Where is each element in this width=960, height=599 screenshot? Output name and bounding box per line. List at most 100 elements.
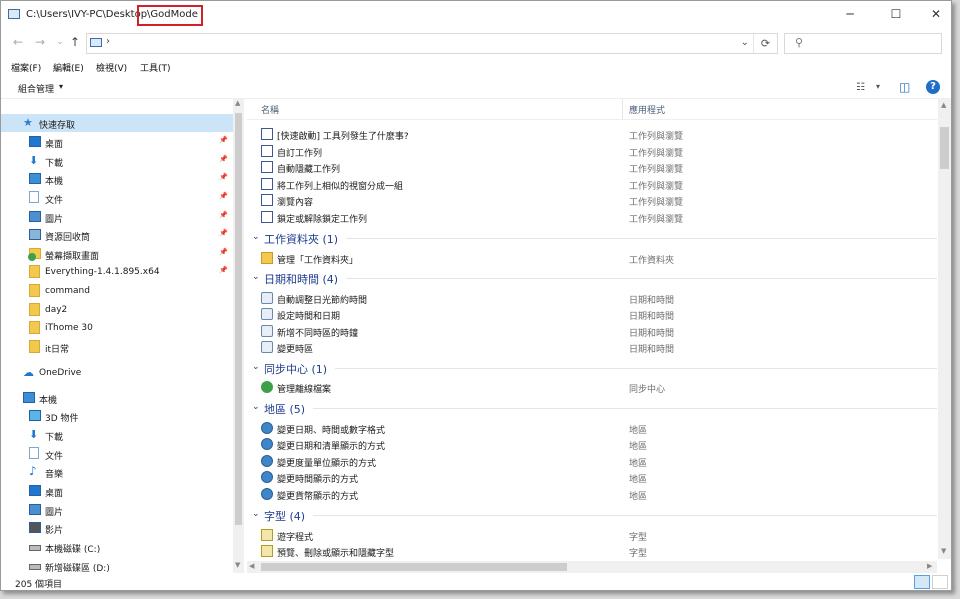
nav-item[interactable]: 螢幕擷取畫面 📌 — [1, 245, 233, 263]
group-header[interactable]: ⌄ 地區 (5) — [247, 399, 937, 417]
list-item[interactable]: 自動隱藏工作列 工作列與瀏覽 — [247, 159, 937, 175]
nav-item[interactable]: ★ 快速存取 — [1, 114, 233, 132]
menu-view[interactable]: 檢視(V) — [96, 61, 127, 74]
help-button[interactable]: ? — [926, 80, 940, 94]
column-header-app[interactable]: 應用程式 — [629, 103, 665, 123]
nav-item[interactable]: 圖片 📌 — [1, 208, 233, 226]
content-scrollbar[interactable]: ▲ ▼ — [938, 99, 951, 559]
menu-tools[interactable]: 工具(T) — [140, 61, 171, 74]
up-button[interactable]: ↑ — [68, 35, 82, 49]
nav-scrollbar[interactable]: ▲ ▼ — [233, 99, 244, 573]
nav-item[interactable]: 資源回收筒 📌 — [1, 226, 233, 244]
list-item[interactable]: 將工作列上相似的視窗分成一組 工作列與瀏覽 — [247, 176, 937, 192]
list-item[interactable]: 瀏覽內容 工作列與瀏覽 — [247, 192, 937, 208]
item-app: 字型 — [629, 533, 648, 543]
item-name: 變更貨幣顯示的方式 — [277, 492, 359, 502]
nav-item[interactable]: Everything-1.4.1.895.x64 📌 — [1, 263, 233, 281]
chevron-down-icon[interactable]: ⌄ — [252, 402, 260, 412]
nav-scroll-thumb[interactable] — [235, 113, 242, 525]
details-view-button[interactable] — [914, 575, 930, 589]
address-bar[interactable]: › ⌄ ⟳ — [86, 33, 778, 54]
list-item[interactable]: 自訂工作列 工作列與瀏覽 — [247, 143, 937, 159]
nav-item[interactable]: it日常 — [1, 338, 233, 356]
globe-clock-icon — [261, 471, 273, 483]
menu-file[interactable]: 檔案(F) — [11, 61, 41, 74]
organize-dropdown-icon[interactable]: ▾ — [59, 82, 63, 91]
group-header[interactable]: ⌄ 日期和時間 (4) — [247, 269, 937, 287]
nav-scroll-up-icon[interactable]: ▲ — [235, 99, 240, 107]
nav-item[interactable]: 桌面 📌 — [1, 133, 233, 151]
list-item[interactable]: 管理「工作資料夾」 工作資料夾 — [247, 250, 937, 266]
nav-item[interactable]: 圖片 — [1, 501, 233, 519]
list-item[interactable]: 變更貨幣顯示的方式 地區 — [247, 486, 937, 502]
list-item[interactable]: 新增不同時區的時鐘 日期和時間 — [247, 323, 937, 339]
list-item[interactable]: 自動調整日光節約時間 日期和時間 — [247, 290, 937, 306]
nav-item[interactable]: 3D 物件 — [1, 407, 233, 425]
nav-item[interactable]: 桌面 — [1, 482, 233, 500]
list-item[interactable]: [快速啟動] 工具列發生了什麼事? 工作列與瀏覽 — [247, 126, 937, 142]
content-scroll-up-icon[interactable]: ▲ — [941, 101, 946, 109]
list-item[interactable]: 變更日期、時間或數字格式 地區 — [247, 420, 937, 436]
nav-item[interactable]: iThome 30 — [1, 319, 233, 337]
close-button[interactable]: ✕ — [913, 1, 959, 28]
list-item[interactable]: 變更時區 日期和時間 — [247, 339, 937, 355]
organize-button[interactable]: 組合管理 — [18, 82, 54, 95]
breadcrumb-separator[interactable]: › — [106, 36, 110, 47]
content-scroll-down-icon[interactable]: ▼ — [941, 547, 946, 555]
search-input[interactable]: ⚲ — [784, 33, 942, 54]
view-options-dropdown-icon[interactable]: ▾ — [876, 82, 880, 91]
list-item[interactable]: 管理離線檔案 同步中心 — [247, 379, 937, 395]
column-divider[interactable] — [622, 99, 623, 119]
nav-item-label: 桌面 — [45, 489, 64, 499]
nav-item[interactable]: day2 — [1, 301, 233, 319]
list-item[interactable]: 預覽、刪除或顯示和隱藏字型 字型 — [247, 543, 937, 559]
group-header[interactable]: ⌄ 字型 (4) — [247, 506, 937, 524]
address-dropdown-button[interactable]: ⌄ — [741, 37, 749, 48]
nav-item[interactable]: ⬇ 下載 — [1, 426, 233, 444]
back-button[interactable]: ← — [11, 35, 25, 49]
nav-item[interactable]: 本機 📌 — [1, 170, 233, 188]
chevron-down-icon[interactable]: ⌄ — [252, 232, 260, 242]
nav-item[interactable]: command — [1, 282, 233, 300]
content-scroll-left-icon[interactable]: ◀ — [249, 562, 254, 570]
content-hscroll-thumb[interactable] — [261, 563, 567, 571]
content-scroll-right-icon[interactable]: ▶ — [927, 562, 932, 570]
nav-item[interactable]: 影片 — [1, 519, 233, 537]
nav-item[interactable]: 本機磁碟 (C:) — [1, 538, 233, 556]
nav-scroll-down-icon[interactable]: ▼ — [235, 561, 240, 569]
nav-item[interactable]: 文件 — [1, 445, 233, 463]
list-item[interactable]: 變更日期和清單顯示的方式 地區 — [247, 436, 937, 452]
item-name: 變更日期和清單顯示的方式 — [277, 442, 386, 452]
nav-item[interactable]: ☁ OneDrive — [1, 364, 233, 382]
music-icon: ♪ — [29, 464, 37, 478]
large-icons-view-button[interactable] — [932, 575, 948, 589]
item-name: 管理離線檔案 — [277, 385, 332, 395]
nav-item-label: 文件 — [45, 196, 64, 206]
group-header[interactable]: ⌄ 同步中心 (1) — [247, 359, 937, 377]
recent-locations-button[interactable]: ⌄ — [53, 35, 67, 49]
minimize-button[interactable]: ─ — [827, 1, 873, 28]
nav-item[interactable]: 新增磁碟區 (D:) — [1, 557, 233, 573]
list-item[interactable]: 遊字程式 字型 — [247, 527, 937, 543]
column-header-name[interactable]: 名稱 — [261, 103, 279, 123]
chevron-down-icon[interactable]: ⌄ — [252, 509, 260, 519]
menu-edit[interactable]: 編輯(E) — [53, 61, 84, 74]
nav-item[interactable]: 文件 📌 — [1, 189, 233, 207]
nav-item[interactable]: ⬇ 下載 📌 — [1, 152, 233, 170]
nav-item[interactable]: ♪ 音樂 — [1, 463, 233, 481]
list-item[interactable]: 變更度量單位顯示的方式 地區 — [247, 453, 937, 469]
list-item[interactable]: 設定時間和日期 日期和時間 — [247, 306, 937, 322]
folder-icon — [29, 265, 40, 278]
list-item[interactable]: 鎖定或解除鎖定工作列 工作列與瀏覽 — [247, 209, 937, 225]
list-item[interactable]: 變更時間顯示的方式 地區 — [247, 469, 937, 485]
forward-button[interactable]: → — [33, 35, 47, 49]
chevron-down-icon[interactable]: ⌄ — [252, 272, 260, 282]
chevron-down-icon[interactable]: ⌄ — [252, 362, 260, 372]
content-scroll-thumb[interactable] — [940, 127, 949, 169]
refresh-button[interactable]: ⟳ — [753, 34, 777, 53]
preview-pane-icon[interactable]: ◫ — [899, 80, 910, 94]
view-options-icon[interactable]: ☷ — [856, 82, 865, 93]
group-header[interactable]: ⌄ 工作資料夾 (1) — [247, 229, 937, 247]
nav-item[interactable]: 本機 — [1, 389, 233, 407]
content-hscrollbar[interactable]: ◀ ▶ — [247, 561, 937, 573]
